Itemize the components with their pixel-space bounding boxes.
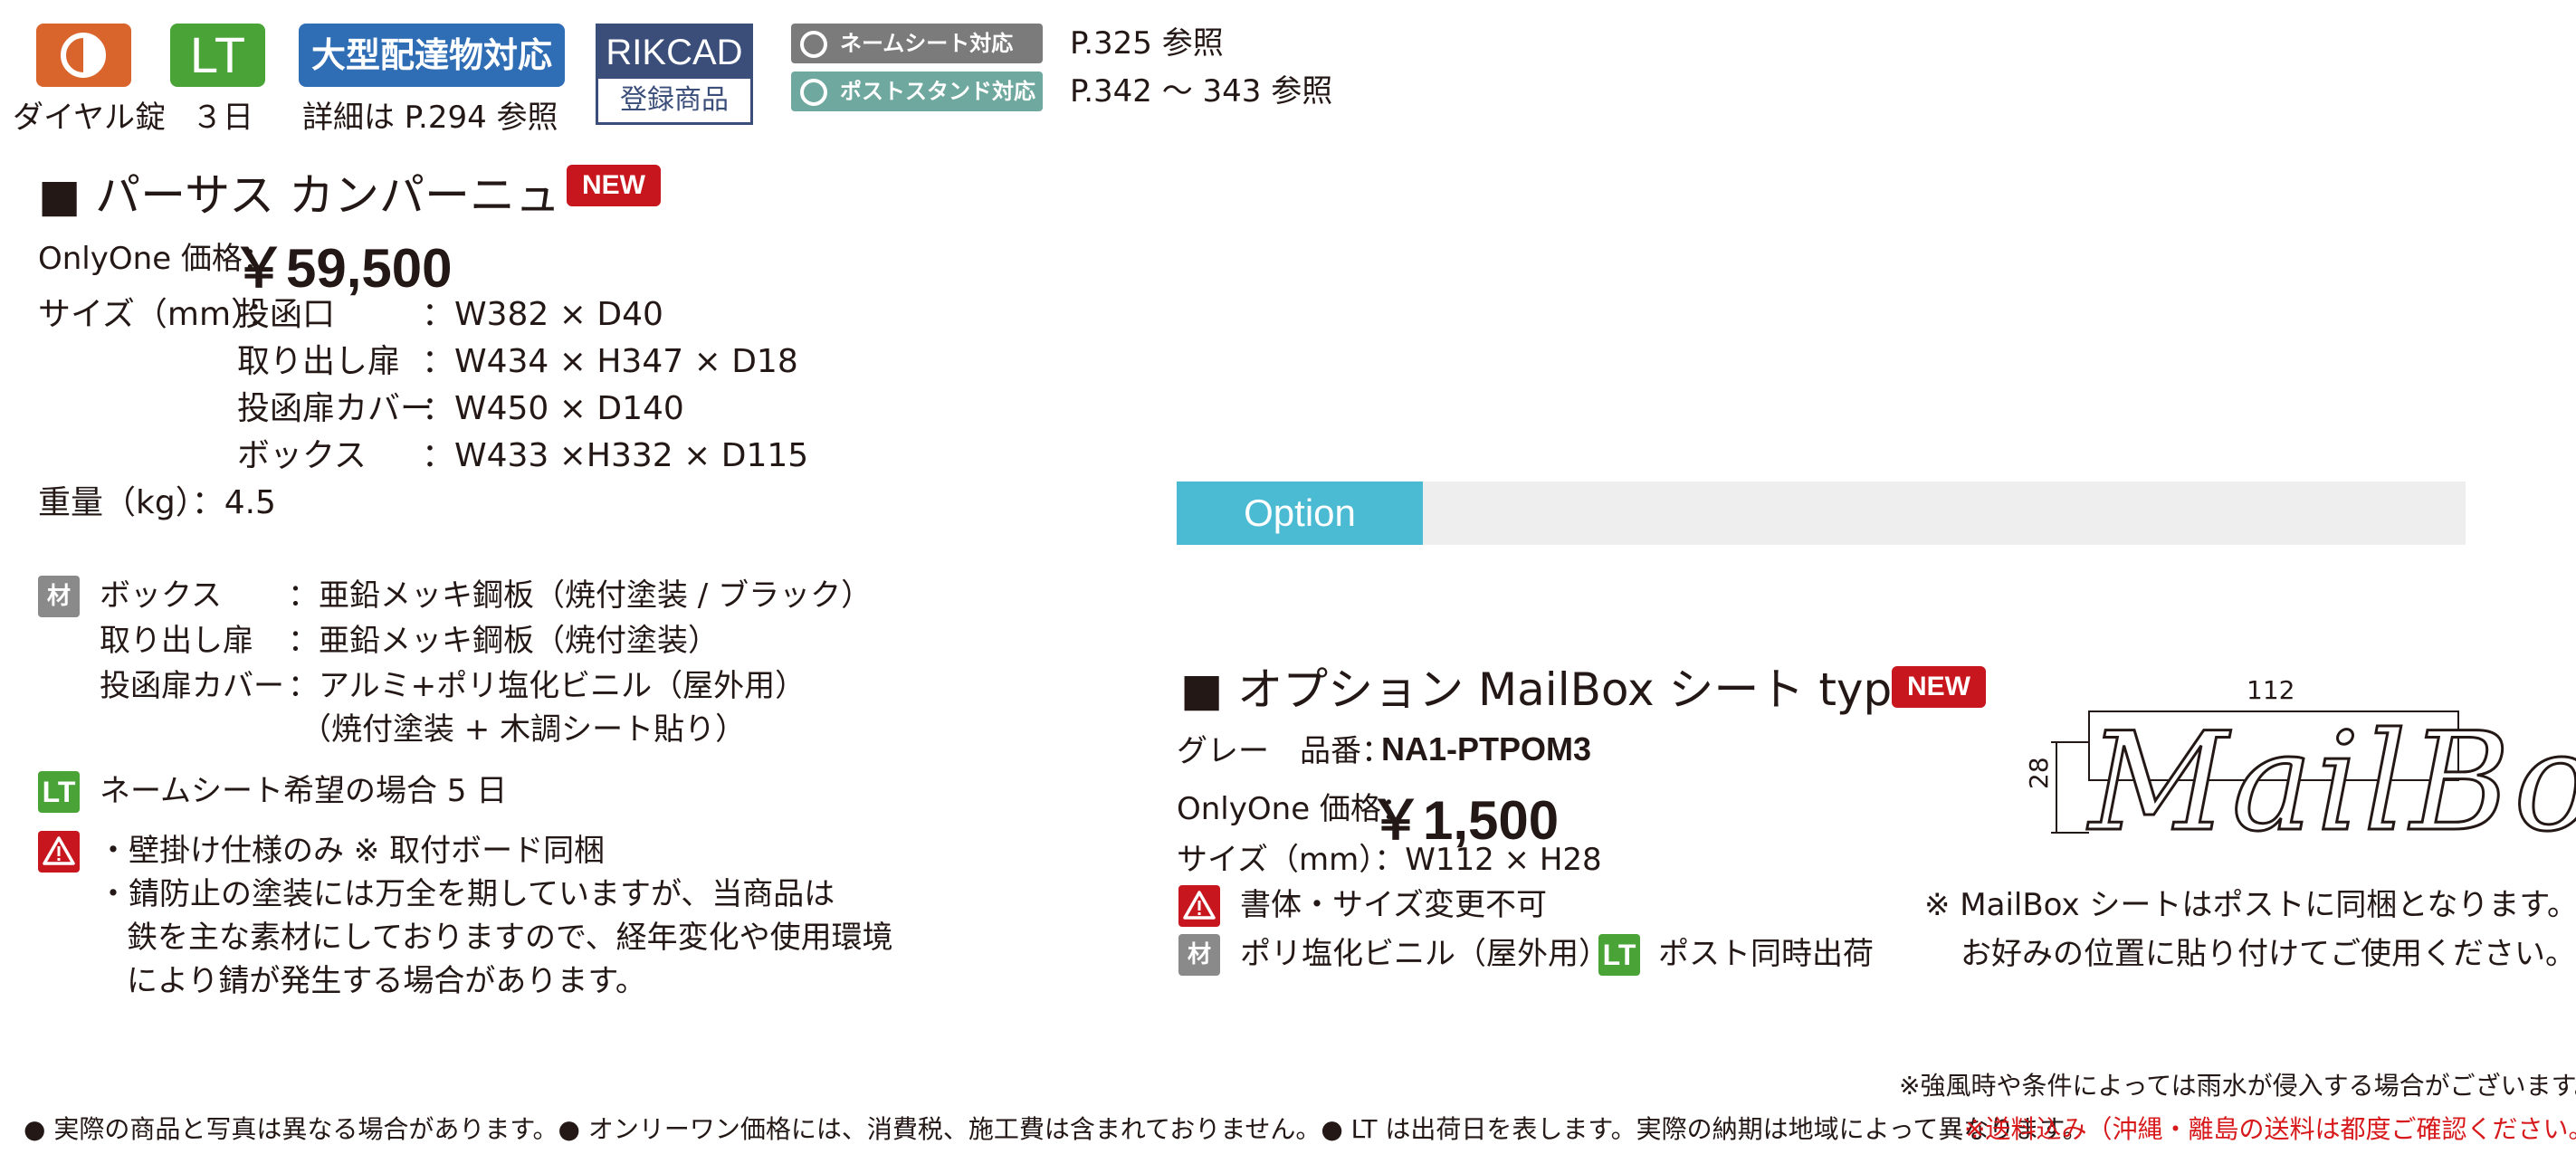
post-stand-ref: P.342 〜 343 参照 [1070,73,1333,110]
new-badge: NEW [567,165,661,206]
material-part: 取り出し扉 [100,623,253,659]
warning-line: により錆が発生する場合があります。 [127,963,646,999]
name-sheet-ref: P.325 参照 [1070,25,1224,62]
material-value: ：アルミ+ポリ塩化ビニル（屋外用） [288,668,806,704]
warning-line: 鉄を主な素材にしておりますので、経年変化や使用環境 [127,920,893,956]
option-bar-label: Option [1177,482,1423,545]
material-part: 投函扉カバー [100,668,284,704]
material-value: （焼付塗装 + 木調シート貼り） [301,711,747,748]
material-value: ：亜鉛メッキ鋼板（焼付塗装） [288,623,719,659]
rikcad-badge: RIKCAD 登録商品 [596,24,753,125]
warning-icon [38,831,80,873]
size-part: 投函扉カバー [237,390,434,427]
name-sheet-compat-badge: ネームシート対応 [791,24,1043,63]
material-value: ：亜鉛メッキ鋼板（焼付塗装 / ブラック） [288,577,873,614]
option-warning: 書体・サイズ変更不可 [1240,887,1547,923]
size-part: ボックス [237,437,367,474]
option-note: お好みの位置に貼り付けてご使用ください。 [1961,936,2576,972]
material-icon: 材質 [38,576,80,652]
size-part: 投函口 [237,296,336,333]
rikcad-label: RIKCAD [598,26,750,79]
color-label: グレー 品番： [1177,733,1392,769]
product-title: ■ パーサス カンパーニュ [38,169,561,222]
option-material: ポリ塩化ビニル（屋外用） [1240,936,1609,972]
footer-notes: ● 実際の商品と写真は異なる場合があります。● オンリーワン価格には、消費税、施… [24,1114,2088,1144]
warning-icon [1178,885,1220,927]
warning-line: ・錆防止の塗装には万全を期していますが、当商品は [98,876,835,912]
circle-icon [800,79,827,106]
lt-note: ネームシート希望の場合 5 日 [100,773,508,809]
rain-note: ※強風時や条件によっては雨水が侵入する場合がございます。 [1899,1071,2576,1101]
weight: 重量（kg）：4.5 [38,484,276,521]
dial-lock-icon [36,24,131,87]
lt-icon: LT [170,24,265,87]
name-sheet-compat-label: ネームシート対応 [840,31,1014,56]
large-delivery-badge: 大型配達物対応 [299,24,565,87]
material-part: ボックス [100,577,222,614]
option-title: ■ オプション MailBox シート type3 [1180,663,1949,716]
size-value: ：W450 × D140 [422,390,684,427]
post-stand-compat-badge: ポストスタンド対応 [791,72,1043,111]
large-delivery-caption: 詳細は P.294 参照 [302,100,558,136]
size-value: ：W433 ×H332 × D115 [422,437,809,474]
size-value: ：W434 × H347 × D18 [422,343,798,380]
material-icon: 材質 [1178,934,1220,1010]
product-price: ￥59,500 [232,238,453,299]
circle-icon [800,31,827,58]
dimension-width: 112 [2247,675,2295,705]
warning-line: ・壁掛け仕様のみ ※ 取付ボード同梱 [98,833,606,869]
shipping-note: ※送料込み（沖縄・離島の送料は都度ご確認ください。） [1964,1114,2576,1144]
lt-caption: ３日 [192,100,253,136]
mailbox-sheet-text: MailBox [2087,704,2576,862]
dial-lock-caption: ダイヤル錠 [13,100,166,136]
size-value: ：W382 × D40 [422,296,663,333]
option-lt-note: ポスト同時出荷 [1658,936,1874,972]
new-badge: NEW [1892,666,1986,708]
post-stand-compat-label: ポストスタンド対応 [840,79,1035,104]
option-note: ※ MailBox シートはポストに同梱となります。 [1924,887,2576,923]
product-code: NA1-PTPOM3 [1381,730,1592,768]
option-size: サイズ（mm）：W112 × H28 [1177,842,1602,878]
lt-icon: LT [38,771,80,813]
dimension-height: 28 [2024,757,2054,789]
rikcad-registered-label: 登録商品 [620,84,729,116]
lt-icon: LT [1598,934,1640,976]
size-part: 取り出し扉 [237,343,401,380]
